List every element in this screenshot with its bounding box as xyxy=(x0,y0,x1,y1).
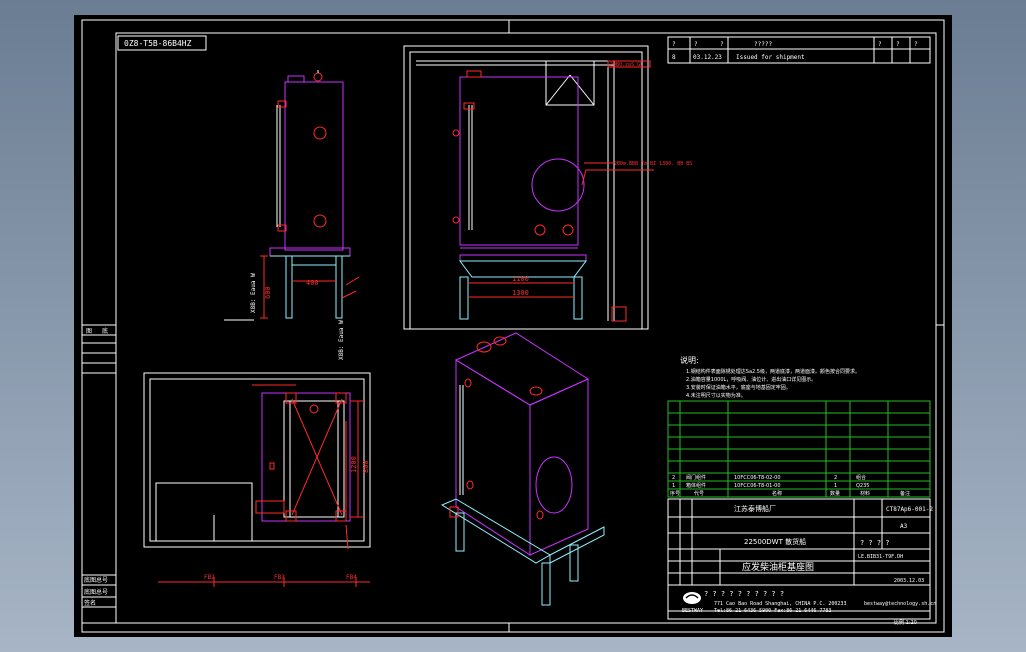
dim-side-400: 400 xyxy=(306,279,319,287)
rev-h1: ? xyxy=(672,41,676,48)
part-2-name: 阀门组件 xyxy=(686,474,706,481)
rev-h2: ? xyxy=(694,41,698,48)
front-view xyxy=(403,45,654,330)
axis-tick-3: FB4 xyxy=(346,574,357,581)
dim-plan-800: 800 xyxy=(362,460,370,473)
title-qmarks: ? ? ? ? xyxy=(860,539,890,547)
rev-h4: ????? xyxy=(754,41,772,48)
isometric-view xyxy=(440,332,605,606)
part-1-code: 10FCC06-T8-01-00 xyxy=(734,483,781,489)
cad-drawing: 图 底 底图总号 底图总号 签名 0Z8-T5B-86B4HZ 400 600 … xyxy=(81,19,945,633)
title-date: 2003.12.03 xyxy=(894,578,924,584)
part-h-name: 名称 xyxy=(772,490,782,497)
title-address: 771 Cao Bao Road Shanghai, CHINA P.C. 20… xyxy=(714,601,846,607)
part-1-no: 1 xyxy=(672,483,675,489)
title-scale: 比例 1:20 xyxy=(894,619,917,626)
rev-h7: ? xyxy=(914,41,918,48)
side-label-2: 底 xyxy=(102,327,108,335)
part-1-mat: Q235 xyxy=(856,483,869,489)
part-2-mat: 组合 xyxy=(856,474,866,481)
part-2-qty: 2 xyxy=(834,475,837,481)
part-h-code: 代号 xyxy=(694,490,704,497)
outer-frame xyxy=(81,19,945,633)
title-drawing: 应发柴油柜基座图 xyxy=(742,561,814,573)
rev-h5: ? xyxy=(878,41,882,48)
left-vertical-label: X8B: Eaua W xyxy=(250,273,257,313)
part-h-mat: 材料 xyxy=(860,490,870,497)
axis-tick-1: FB2 xyxy=(204,574,215,581)
rev-h3: ? xyxy=(720,41,724,48)
side-view xyxy=(224,70,360,321)
side-label-4: 底图总号 xyxy=(84,588,108,596)
side-label-5: 签名 xyxy=(84,599,96,607)
title-email: bestway@technology.sh.cn xyxy=(864,601,936,607)
part-1-name: 箱体组件 xyxy=(686,482,706,489)
title-contact: Tel:86-21-6436 5900 Fax:86-21-6446 7783 xyxy=(714,608,831,614)
front-ref-label: 20B0.zaS GL xyxy=(610,62,643,68)
notes-line-1: 1.钢结构件表面除锈处理达Sa2.5级，两道底漆，两道面漆。颜色按合同要求。 xyxy=(686,368,860,375)
part-h-qty: 数量 xyxy=(830,490,840,497)
rev-row-date: 03.12.23 xyxy=(693,54,722,61)
title-company: 江苏泰博船厂 xyxy=(734,504,776,513)
part-h-remark: 备注 xyxy=(900,490,910,497)
side-label-3: 底图总号 xyxy=(84,576,108,584)
title-project: 22500DWT 散货船 xyxy=(744,537,806,546)
part-h-no: 序号 xyxy=(670,490,680,497)
title-company-en: BESTWAY xyxy=(682,608,703,614)
parts-table-grid xyxy=(667,400,931,498)
rev-row-desc: Issued for shipment xyxy=(736,54,805,61)
plan-view xyxy=(143,372,371,587)
part-2-no: 2 xyxy=(672,475,675,481)
dim-side-600: 600 xyxy=(264,286,272,299)
front-ref-label-2: 2B0m.BBB Tm BI 1380. BB BS xyxy=(614,161,692,167)
dim-front-1100: 1100 xyxy=(512,275,529,283)
axis-tick-2: FB3 xyxy=(274,574,285,581)
part-2-code: 10FCC06-T8-02-00 xyxy=(734,475,781,481)
rev-row-no: 8 xyxy=(672,54,676,61)
notes-line-3: 3.安装时保证油箱水平，底座与地基固定牢固。 xyxy=(686,384,791,391)
inner-frame xyxy=(115,32,937,624)
notes-title: 说明: xyxy=(680,355,699,365)
drawing-canvas: 图 底 底图总号 底图总号 签名 0Z8-T5B-86B4HZ 400 600 … xyxy=(74,15,952,637)
dim-plan-1200: 1200 xyxy=(350,456,358,473)
title-sheet: A3 xyxy=(900,523,908,530)
left-vertical-label-2: X8B: Eaua W xyxy=(338,320,345,360)
rev-h6: ? xyxy=(896,41,900,48)
company-logo xyxy=(683,592,701,604)
side-label-1: 图 xyxy=(86,328,92,335)
dim-front-1300: 1300 xyxy=(512,289,529,297)
title-drawing-no: CT87Ap6-001-2 xyxy=(886,506,933,513)
title-small-code: LE.BIB31-T9F.DH xyxy=(858,554,903,560)
code-box-text: 0Z8-T5B-86B4HZ xyxy=(124,39,192,48)
notes-line-2: 2.油箱容量1000L，呼吸阀、油位计、进出油口详见图示。 xyxy=(686,376,816,383)
title-question-row: ? ? ? ? ? ? ? ? ? ? xyxy=(704,590,784,598)
notes-line-4: 4.未注明尺寸以实物为准。 xyxy=(686,392,746,399)
part-1-qty: 1 xyxy=(834,483,837,489)
